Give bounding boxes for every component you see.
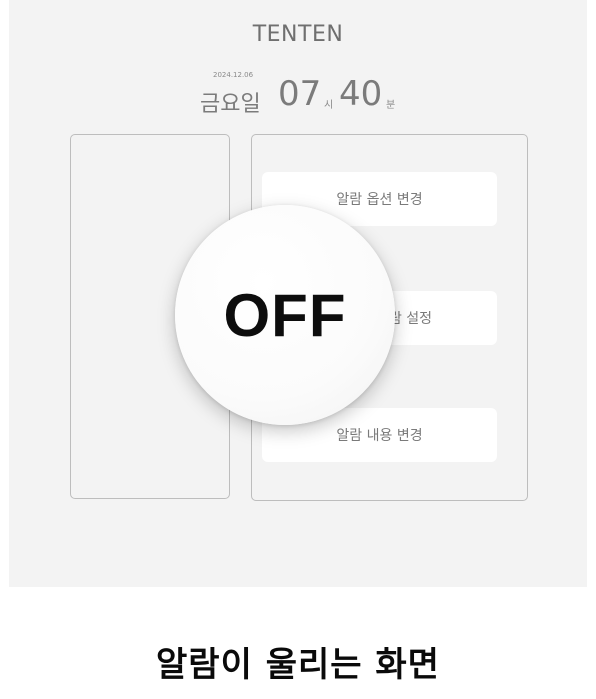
alarm-setting-label: 람 설정 <box>388 311 433 327</box>
app-title: TENTEN <box>252 22 344 47</box>
screen-caption: 알람이 울리는 화면 <box>156 645 440 685</box>
weekday-label: 금요일 <box>200 92 261 117</box>
off-toggle-button[interactable]: OFF <box>175 205 395 425</box>
alarm-content-change-label: 알람 내용 변경 <box>336 428 423 444</box>
alarm-option-change-label: 알람 옵션 변경 <box>336 192 423 208</box>
date-label: 2024.12.06 <box>213 71 254 79</box>
minute-value: 40 <box>339 74 383 114</box>
datetime-display: 2024.12.06 금요일 07 시 40 분 <box>9 60 587 120</box>
hour-unit: 시 <box>324 100 334 111</box>
hour-value: 07 <box>278 74 322 114</box>
off-label: OFF <box>223 281 347 349</box>
minute-unit: 분 <box>386 100 396 111</box>
